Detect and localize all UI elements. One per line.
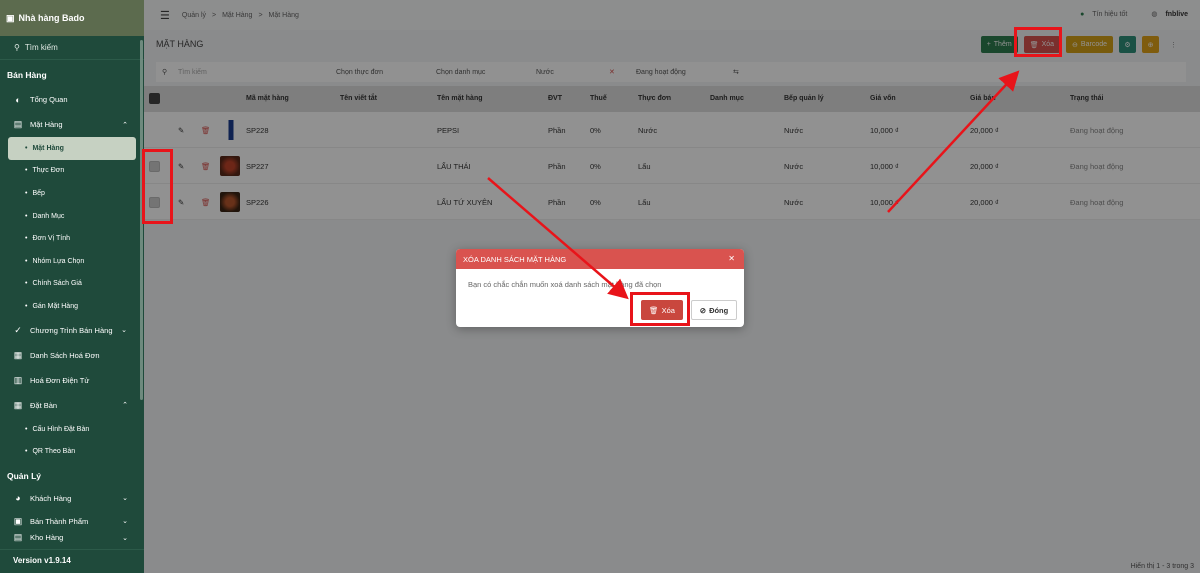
bullet-icon: • (25, 257, 28, 265)
sidebar-sub-option-group[interactable]: • Nhóm Lựa Chọn (0, 250, 144, 273)
users-icon: ◕ (15, 493, 21, 504)
restaurant-name: Nhà hàng Bado (18, 13, 85, 23)
highlight-modal-delete (630, 292, 690, 326)
bullet-icon: • (25, 144, 28, 152)
sidebar: ▣ Nhà hàng Bado ⚲ Tìm kiếm Bán Hàng ◐ Tổng … (0, 0, 144, 573)
restaurant-header[interactable]: ▣ Nhà hàng Bado (0, 0, 144, 36)
delete-confirm-modal: XÓA DANH SÁCH MẶT HÀNG ✕ Bạn có chắc chắ… (456, 249, 744, 327)
modal-title: XÓA DANH SÁCH MẶT HÀNG (463, 254, 567, 264)
receipt-icon: ▦ (13, 349, 23, 360)
bullet-icon: • (25, 235, 28, 243)
sidebar-item-invoices[interactable]: ▦ Danh Sách Hoá Đơn (0, 343, 144, 368)
section-manage: Quản Lý (7, 470, 42, 481)
chevron-down-icon: ⌄ (122, 534, 128, 542)
sidebar-item-label: Danh Mục (32, 212, 65, 220)
bullet-icon: • (25, 302, 28, 310)
sidebar-item-label: Bán Thành Phẩm (30, 516, 89, 526)
sidebar-item-customers[interactable]: ◕ Khách Hàng ⌄ (0, 487, 144, 510)
sidebar-item-label: Tổng Quan (30, 95, 68, 104)
store-icon: ▣ (6, 12, 15, 23)
chevron-down-icon: ⌄ (122, 495, 128, 503)
dashboard-icon: ◐ (15, 94, 21, 105)
chevron-down-icon: ⌄ (121, 327, 127, 335)
bag-icon: ▤ (13, 119, 23, 129)
sidebar-item-label: Nhóm Lựa Chọn (32, 257, 85, 265)
sidebar-item-label: Danh Sách Hoá Đơn (30, 350, 100, 360)
sidebar-item-overview[interactable]: ◐ Tổng Quan (0, 87, 144, 112)
modal-header: XÓA DANH SÁCH MẶT HÀNG ✕ (456, 249, 744, 269)
sidebar-item-label: Chính Sách Giá (32, 280, 82, 288)
sidebar-item-sales-program[interactable]: ✓ Chương Trình Bán Hàng ⌄ (0, 318, 144, 343)
search-icon: ⚲ (14, 43, 20, 52)
sidebar-item-label: Cấu Hình Đặt Bàn (32, 425, 90, 433)
sidebar-search-label: Tìm kiếm (24, 43, 58, 52)
sidebar-item-label: Chương Trình Bán Hàng (30, 325, 113, 335)
sidebar-item-label: QR Theo Bàn (32, 448, 76, 456)
bullet-icon: • (25, 167, 28, 175)
sidebar-item-label: Hoá Đơn Điện Tử (30, 375, 90, 385)
sidebar-item-reservation[interactable]: ▦ Đặt Bàn ⌃ (0, 393, 144, 418)
sidebar-sub-price-policy[interactable]: • Chính Sách Giá (0, 273, 144, 296)
bullet-icon: • (25, 448, 28, 456)
chevron-up-icon: ⌃ (122, 402, 128, 410)
sidebar-sub-kitchen[interactable]: • Bếp (0, 182, 144, 205)
close-button[interactable]: ⊘ Đóng (691, 300, 737, 320)
sidebar-item-label: Đặt Bàn (30, 400, 58, 410)
sidebar-item-label: Khách Hàng (30, 493, 72, 503)
sidebar-sub-products[interactable]: • Mặt Hàng (8, 137, 136, 160)
sidebar-item-label: Mặt Hàng (30, 120, 63, 129)
sidebar-item-products[interactable]: ▤ Mặt Hàng ⌃ (0, 112, 144, 137)
chevron-up-icon: ⌃ (122, 121, 128, 129)
chevron-down-icon: ⌄ (122, 518, 128, 526)
highlight-row-checkboxes (142, 149, 173, 224)
sidebar-item-e-invoice[interactable]: ▥ Hoá Đơn Điện Tử (0, 368, 144, 393)
close-label: Đóng (709, 305, 729, 315)
sidebar-item-label: Bếp (32, 189, 45, 197)
sidebar-sub-category[interactable]: • Danh Mục (0, 205, 144, 228)
document-icon: ▥ (13, 374, 23, 385)
sidebar-item-warehouse[interactable]: ▤ Kho Hàng ⌄ (0, 532, 144, 543)
bullet-icon: • (25, 425, 28, 433)
sidebar-sub-qr[interactable]: • QR Theo Bàn (0, 440, 144, 463)
warehouse-icon: ▤ (13, 532, 23, 543)
sidebar-item-semi-products[interactable]: ▣ Bán Thành Phẩm ⌄ (0, 510, 144, 533)
sidebar-sub-menu[interactable]: • Thực Đơn (0, 160, 144, 183)
sidebar-item-label: Kho Hàng (30, 533, 64, 543)
ban-icon: ⊘ (699, 305, 707, 315)
sidebar-item-label: Mặt Hàng (32, 144, 64, 152)
highlight-toolbar-delete (1014, 27, 1062, 57)
sidebar-item-label: Gán Mặt Hàng (32, 302, 78, 310)
sidebar-sub-unit[interactable]: • Đơn Vị Tính (0, 227, 144, 250)
version-label: Version v1.9.14 (0, 549, 144, 573)
sidebar-sub-assign[interactable]: • Gán Mặt Hàng (0, 295, 144, 318)
sidebar-search[interactable]: ⚲ Tìm kiếm (0, 36, 144, 60)
close-icon[interactable]: ✕ (728, 254, 735, 263)
modal-message: Bạn có chắc chắn muốn xoá danh sách mặt … (468, 280, 662, 289)
bullet-icon: • (25, 212, 28, 220)
bullet-icon: • (25, 280, 28, 288)
sidebar-sub-reservation-config[interactable]: • Cấu Hình Đặt Bàn (0, 418, 144, 441)
check-circle-icon: ✓ (14, 324, 22, 335)
sidebar-item-label: Đơn Vị Tính (32, 235, 70, 243)
box-icon: ▣ (13, 515, 23, 526)
bullet-icon: • (25, 189, 28, 197)
section-sales: Bán Hàng (7, 70, 47, 80)
calendar-icon: ▦ (13, 399, 23, 410)
sidebar-item-label: Thực Đơn (32, 167, 65, 175)
